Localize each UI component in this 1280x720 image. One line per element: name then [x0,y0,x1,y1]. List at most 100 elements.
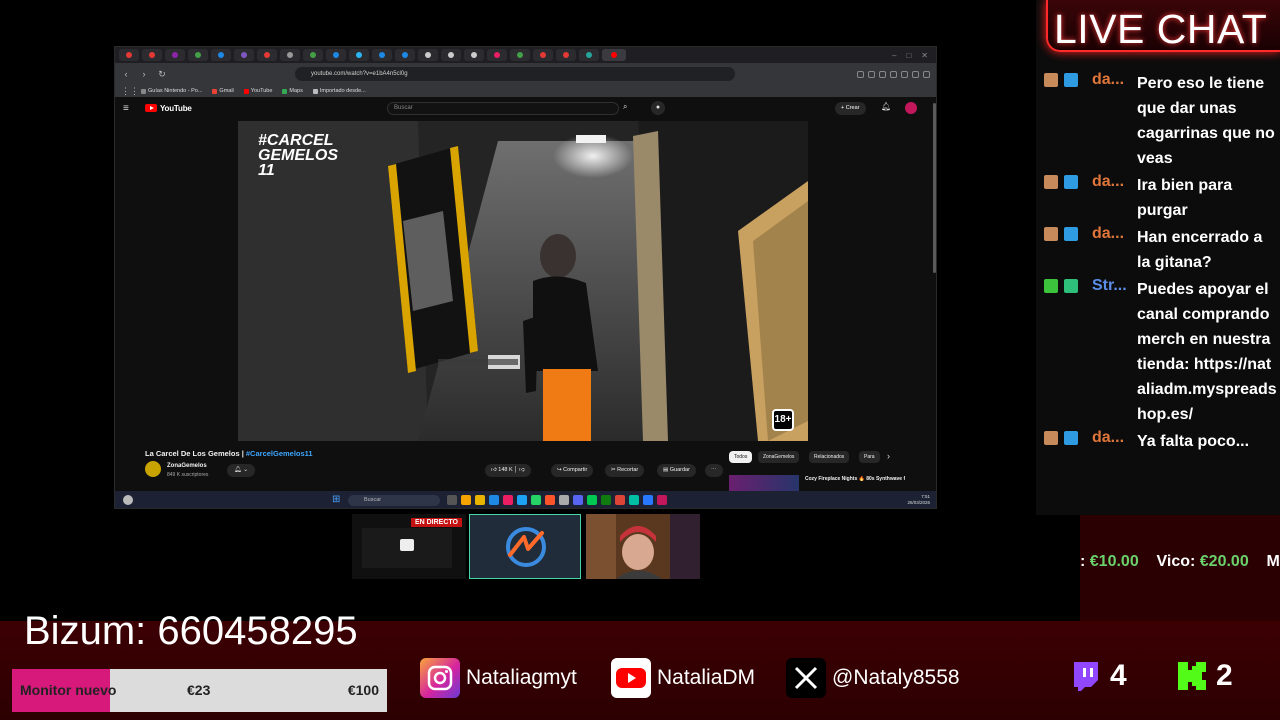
bookmark-item[interactable]: Gmail [212,88,234,94]
tab-strip: – □ ✕ [115,47,936,63]
notifications-icon[interactable]: 🔔︎ [881,102,891,111]
extension-icon[interactable] [879,70,886,78]
chat-username[interactable]: da... [1092,173,1128,191]
microphone-icon[interactable]: ● [651,101,665,115]
browser-tab[interactable] [349,49,369,61]
app-icon[interactable] [503,495,513,505]
kick-viewer-count: 2 [1176,656,1233,696]
brave-icon[interactable] [545,495,555,505]
chat-message: da... Ya falta poco... [1042,429,1278,455]
browser-tab[interactable] [165,49,185,61]
monitor-icon [400,539,414,551]
app-icon[interactable] [643,495,653,505]
browser-tab[interactable] [280,49,300,61]
windows-start-icon[interactable]: ⊞ [332,495,340,505]
share-button[interactable]: ↪ Compartir [551,464,594,477]
browser-tab[interactable] [533,49,553,61]
like-button[interactable]: 👍︎ 148 K │ 👎︎ [485,464,531,477]
chip-channel[interactable]: ZonaGemelos [758,451,800,463]
twitch-icon [1074,662,1098,691]
browser-tab[interactable] [510,49,530,61]
bookmark-item[interactable]: YouTube [243,88,272,94]
edge-icon[interactable] [517,495,527,505]
extension-icon[interactable] [912,70,919,78]
forward-icon[interactable]: › [139,69,149,79]
recommended-thumbnail[interactable] [729,475,799,491]
browser-tab[interactable] [326,49,346,61]
browser-tab-active[interactable] [602,49,626,61]
browser-tab[interactable] [579,49,599,61]
browser-tab[interactable] [188,49,208,61]
app-icon[interactable] [447,495,457,505]
hashtag-link[interactable]: #CarcelGemelos11 [246,449,313,458]
folder-icon[interactable] [475,495,485,505]
chip-for-you[interactable]: Para [859,451,880,463]
taskbar-search[interactable]: Buscar [348,495,440,506]
app-icon[interactable] [629,495,639,505]
search-input[interactable]: Buscar [387,102,619,115]
maximize-icon[interactable]: □ [906,51,911,60]
channel-name[interactable]: ZonaGemelos [167,463,207,469]
app-icon[interactable] [559,495,569,505]
app-icon[interactable] [489,495,499,505]
menu-icon[interactable]: ≡ [123,103,139,114]
save-button[interactable]: ▤ Guardar [657,464,696,477]
browser-tab[interactable] [211,49,231,61]
bookmark-folder[interactable]: Importado desde... [312,88,366,94]
clip-button[interactable]: ✂ Recortar [605,464,645,477]
back-icon[interactable]: ‹ [121,69,131,79]
chip-all[interactable]: Todos [729,451,753,463]
discord-icon[interactable] [573,495,583,505]
channel-avatar[interactable] [145,461,161,477]
browser-tab[interactable] [142,49,162,61]
reload-icon[interactable]: ↻ [157,69,167,80]
chip-related[interactable]: Relacionados [809,451,850,463]
subscribed-bell-button[interactable]: 🔔︎ ⌄ [227,464,255,477]
minimize-icon[interactable]: – [892,51,896,60]
browser-tab[interactable] [119,49,139,61]
goal-target: €100 [347,682,379,698]
apps-icon[interactable]: ⋮⋮ [121,86,139,97]
browser-tab[interactable] [418,49,438,61]
app-icon[interactable] [587,495,597,505]
weather-icon[interactable] [123,495,133,505]
taskbar-clock[interactable]: 7:51 26/03/2026 [907,494,930,506]
extension-icon[interactable] [901,70,908,78]
browser-tab[interactable] [372,49,392,61]
bookmark-item[interactable]: Maps [282,88,303,94]
video-player[interactable]: #CARCEL GEMELOS 11 18+ [238,121,808,441]
close-icon[interactable]: ✕ [921,51,928,60]
avatar[interactable] [905,102,917,114]
extension-icon[interactable] [890,70,897,78]
webcam-frame [586,514,700,579]
browser-tab[interactable] [303,49,323,61]
browser-tab[interactable] [234,49,254,61]
youtube-logo[interactable]: YouTube [145,104,192,113]
browser-tab[interactable] [556,49,576,61]
xbox-icon[interactable] [601,495,611,505]
chat-username[interactable]: Str... [1092,277,1128,295]
more-actions-button[interactable]: ⋯ [705,464,723,477]
chrome-icon[interactable] [615,495,625,505]
url-field[interactable]: youtube.com/watch?v=e1bA4n5cl0g [295,67,735,81]
browser-tab[interactable] [441,49,461,61]
obs-icon[interactable] [657,495,667,505]
whatsapp-icon[interactable] [531,495,541,505]
extension-icon[interactable] [868,70,875,78]
chat-username[interactable]: da... [1092,71,1128,89]
extension-icon[interactable] [923,70,930,78]
browser-tab[interactable] [395,49,415,61]
page-scrollbar[interactable] [933,103,936,273]
chat-username[interactable]: da... [1092,429,1128,447]
browser-tab[interactable] [487,49,507,61]
chevron-right-icon[interactable]: › [887,451,890,461]
browser-tab[interactable] [464,49,484,61]
browser-tab[interactable] [257,49,277,61]
create-button[interactable]: + Crear [835,102,866,115]
search-icon[interactable]: ⌕ [623,102,627,112]
extension-icon[interactable] [857,70,864,78]
chat-username[interactable]: da... [1092,225,1128,243]
recommended-title[interactable]: Cozy Fireplace Nights 🔥 80s Synthwave fo… [805,476,905,482]
bookmark-item[interactable]: Guías Nintendo - Po... [141,88,202,94]
app-icon[interactable] [461,495,471,505]
